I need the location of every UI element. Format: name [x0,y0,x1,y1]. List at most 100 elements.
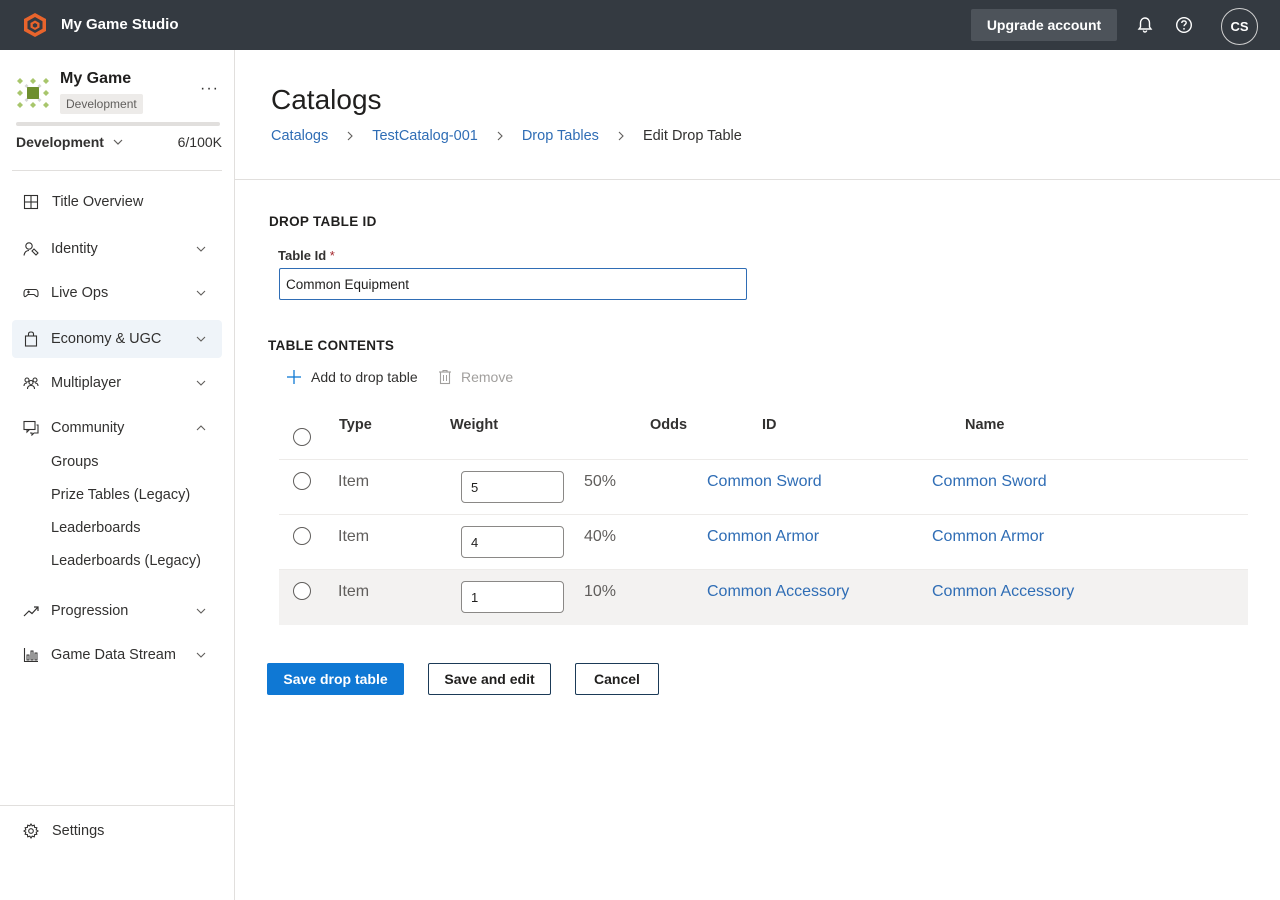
sidebar-bottom-divider [0,805,234,806]
breadcrumb-current: Edit Drop Table [642,128,742,144]
game-name[interactable]: My Game [60,70,131,88]
chevron-up-icon [196,425,206,431]
gamepad-icon [23,288,39,298]
chevron-down-icon [196,652,206,658]
studio-name[interactable]: My Game Studio [61,16,179,33]
plus-icon [287,370,301,384]
cell-type: Item [338,473,370,490]
breadcrumb: Catalogs TestCatalog-001 Drop Tables Edi… [271,128,742,144]
more-options-icon[interactable]: ··· [200,80,219,98]
sidebar-item-live-ops[interactable]: Live Ops [12,274,222,312]
chevron-down-icon [196,290,206,296]
sidebar-item-multiplayer[interactable]: Multiplayer [12,364,222,402]
grid-icon [23,194,39,210]
page-title: Catalogs [271,84,382,115]
chevron-down-icon [196,336,206,342]
sidebar-item-progression[interactable]: Progression [12,592,222,630]
cell-name-link[interactable]: Common Sword [932,473,1047,491]
sidebar-item-settings[interactable]: Settings [12,812,222,850]
section-heading-table-contents: TABLE CONTENTS [268,338,395,353]
table-row[interactable]: Item 10% Common Accessory Common Accesso… [279,570,1248,625]
cell-id-link[interactable]: Common Sword [707,473,822,491]
table-id-input[interactable] [279,268,747,300]
top-bar: My Game Studio Upgrade account CS [0,0,1280,50]
upgrade-account-button[interactable]: Upgrade account [971,9,1117,41]
save-and-edit-button[interactable]: Save and edit [428,663,551,695]
people-icon [23,377,39,390]
sidebar-item-label: Settings [52,823,105,839]
weight-input[interactable] [461,581,564,613]
sidebar-item-label: Economy & UGC [51,331,162,347]
row-select-radio[interactable] [293,472,311,490]
save-drop-table-button[interactable]: Save drop table [267,663,404,695]
environment-badge: Development [60,94,143,114]
breadcrumb-testcatalog[interactable]: TestCatalog-001 [372,128,478,144]
table-header-row: Type Weight Odds ID Name [279,405,1248,460]
chevron-down-icon [113,139,123,145]
chevron-right-icon [347,131,354,141]
sidebar-item-community[interactable]: Community [12,409,222,447]
cancel-button[interactable]: Cancel [575,663,659,695]
cell-type: Item [338,583,370,600]
weight-input[interactable] [461,526,564,558]
row-select-radio[interactable] [293,527,311,545]
row-select-radio[interactable] [293,582,311,600]
sidebar-subitem-leaderboards-legacy[interactable]: Leaderboards (Legacy) [51,553,201,569]
gear-icon [23,823,39,839]
sidebar-item-label: Live Ops [51,285,109,301]
sidebar-subitem-leaderboards[interactable]: Leaderboards [51,520,141,536]
chevron-right-icon [618,131,624,141]
column-header-odds[interactable]: Odds [650,417,687,433]
remove-button[interactable]: Remove [438,369,513,385]
column-header-type[interactable]: Type [339,417,372,433]
cell-odds: 40% [584,528,617,545]
section-heading-drop-table-id: DROP TABLE ID [269,214,377,229]
environment-selected: Development [16,134,104,150]
cell-name-link[interactable]: Common Armor [932,528,1044,546]
chevron-down-icon [196,246,206,252]
add-to-drop-table-button[interactable]: Add to drop table [286,369,418,385]
cell-id-link[interactable]: Common Armor [707,528,819,546]
user-avatar[interactable]: CS [1221,8,1258,45]
sidebar-item-label: Multiplayer [51,375,122,391]
bell-icon[interactable] [1136,16,1154,34]
environment-dropdown[interactable]: Development [16,134,124,150]
sidebar-item-label: Community [51,420,125,436]
cell-odds: 10% [584,583,617,600]
cell-odds: 50% [584,473,617,490]
chat-icon [23,420,39,436]
table-row[interactable]: Item 40% Common Armor Common Armor [279,515,1248,570]
header-divider [235,179,1280,180]
sidebar-item-label: Identity [51,241,98,257]
sidebar-item-label: Title Overview [52,194,144,210]
usage-count: 6/100K [177,134,222,150]
sidebar-item-game-data-stream[interactable]: Game Data Stream [12,636,222,674]
sidebar-item-identity[interactable]: Identity [12,230,222,268]
sidebar-subitem-prize-tables[interactable]: Prize Tables (Legacy) [51,487,190,503]
sidebar-item-title-overview[interactable]: Title Overview [12,183,222,221]
chart-icon [23,648,38,663]
sidebar-item-label: Game Data Stream [51,647,176,663]
studio-logo-icon[interactable] [22,12,48,38]
breadcrumb-catalogs[interactable]: Catalogs [271,128,328,144]
column-header-name[interactable]: Name [965,417,1005,433]
select-all-radio[interactable] [293,428,311,446]
column-header-id[interactable]: ID [762,417,777,433]
trash-icon [439,369,451,385]
cell-id-link[interactable]: Common Accessory [707,583,849,601]
chevron-down-icon [196,380,206,386]
sidebar-subitem-groups[interactable]: Groups [51,454,99,470]
column-header-weight[interactable]: Weight [450,417,498,433]
trend-icon [23,606,39,617]
cell-name-link[interactable]: Common Accessory [932,583,1074,601]
weight-input[interactable] [461,471,564,503]
cell-type: Item [338,528,370,545]
sidebar-item-economy-ugc[interactable]: Economy & UGC [12,320,222,358]
table-row[interactable]: Item 50% Common Sword Common Sword [279,460,1248,515]
bag-icon [24,331,38,347]
sidebar: My Game Development ··· Development 6/10… [0,50,235,900]
breadcrumb-drop-tables[interactable]: Drop Tables [522,128,599,144]
help-icon[interactable] [1175,16,1193,34]
required-mark: * [329,248,335,263]
add-to-drop-table-label: Add to drop table [311,369,418,385]
